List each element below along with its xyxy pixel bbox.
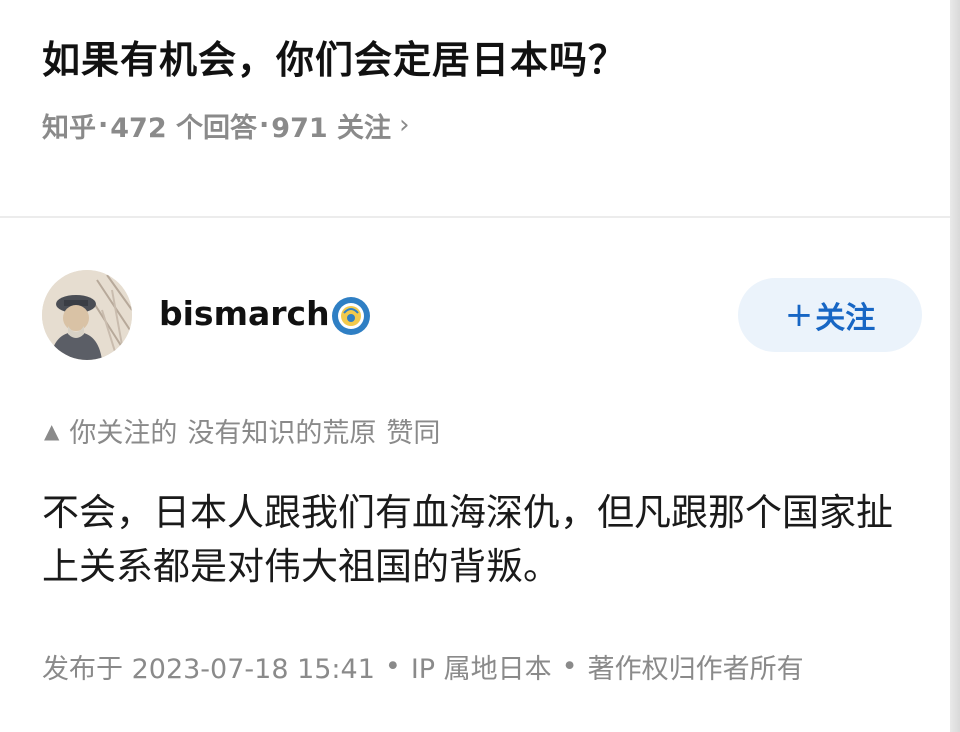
section-divider xyxy=(0,216,950,218)
source-label: 知乎 xyxy=(42,112,96,144)
chevron-right-icon[interactable]: › xyxy=(399,110,409,140)
question-header[interactable]: 如果有机会，你们会定居日本吗？ 知乎 · 472 个回答 · 971 关注 › xyxy=(42,38,940,145)
endorser-name[interactable]: 没有知识的荒原 xyxy=(187,411,376,450)
plus-icon: + xyxy=(784,295,814,335)
endorsement-line[interactable]: ▲ 你关注的 没有知识的荒原 赞同 xyxy=(44,411,440,450)
answer-count: 472 个回答 xyxy=(110,112,258,144)
endorse-prefix: 你关注的 xyxy=(69,418,178,449)
avatar[interactable] xyxy=(42,270,132,360)
endorse-action: 赞同 xyxy=(386,418,441,449)
author-name[interactable]: bismarch xyxy=(159,294,330,333)
meta-separator: · xyxy=(98,109,109,141)
answer-footer: 发布于 2023-07-18 15:41 • IP 属地日本 • 著作权归作者所… xyxy=(42,647,804,686)
answer-text[interactable]: 不会，日本人跟我们有血海深仇，但凡跟那个国家扯上关系都是对伟大祖国的背叛。 xyxy=(42,486,922,593)
footer-separator: • xyxy=(561,651,578,682)
question-title[interactable]: 如果有机会，你们会定居日本吗？ xyxy=(42,38,940,84)
follow-label: 关注 xyxy=(815,301,876,336)
question-meta[interactable]: 知乎 · 472 个回答 · 971 关注 › xyxy=(42,106,940,145)
author-row: bismarch + 关注 xyxy=(42,270,922,362)
footer-separator: • xyxy=(384,651,401,682)
scrollbar-edge xyxy=(950,0,960,732)
meta-separator: · xyxy=(259,109,270,141)
ip-location: IP 属地日本 xyxy=(410,654,552,685)
follow-button[interactable]: + 关注 xyxy=(738,278,922,352)
follower-count: 971 关注 xyxy=(271,112,392,144)
achievement-badge-icon[interactable] xyxy=(332,297,370,335)
publish-time: 发布于 2023-07-18 15:41 xyxy=(42,654,375,685)
triangle-up-icon: ▲ xyxy=(44,418,60,443)
copyright-note: 著作权归作者所有 xyxy=(587,654,804,685)
